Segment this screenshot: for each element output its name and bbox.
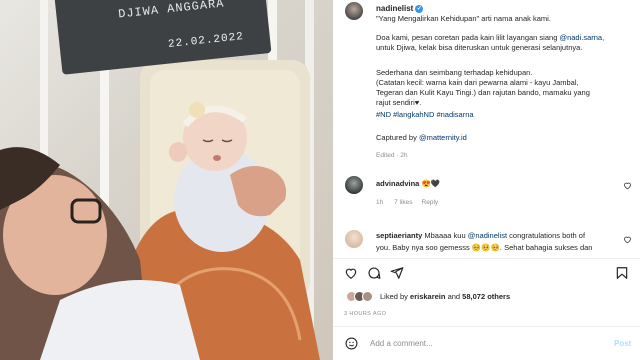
caption-line: Sederhana dan seimbang terhadap kehidupa… bbox=[376, 68, 533, 77]
heart-icon[interactable] bbox=[344, 266, 358, 280]
mention-link[interactable]: @matternity.id bbox=[419, 133, 467, 142]
bookmark-icon[interactable] bbox=[615, 266, 629, 280]
comment: advinadvina 😍🖤 bbox=[376, 179, 440, 189]
share-icon[interactable] bbox=[390, 266, 404, 280]
mention-link[interactable]: @nadi.sarna, bbox=[559, 33, 604, 42]
comment-likes-count[interactable]: 7 likes bbox=[394, 199, 412, 206]
divider bbox=[333, 258, 640, 259]
divider bbox=[333, 326, 640, 327]
heart-icon[interactable] bbox=[623, 181, 632, 190]
caption-line: Tegeran dan Kulit Kayu Tingi.) dan rajut… bbox=[376, 88, 590, 97]
post-comment-button[interactable]: Post bbox=[614, 339, 631, 348]
post-timestamp[interactable]: 3 HOURS AGO bbox=[344, 311, 386, 317]
caption-line: (Catatan kecil: warna kain dari pewarna … bbox=[376, 78, 579, 87]
comment-username[interactable]: septiaerianty bbox=[376, 231, 422, 240]
caption-line: "Yang Mengalirkan Kehidupan" arti nama a… bbox=[376, 14, 551, 23]
emoji-icon[interactable] bbox=[345, 337, 358, 350]
liker-username[interactable]: eriskarein bbox=[410, 292, 445, 301]
instagram-post-view: DJIWA ANGGARA 22.02.2022 nadinelist ✓ "Ya… bbox=[0, 0, 640, 360]
comment-username[interactable]: advinadvina bbox=[376, 179, 419, 188]
post-photo[interactable]: DJIWA ANGGARA 22.02.2022 bbox=[0, 0, 333, 360]
likes-count[interactable]: 58,072 others bbox=[462, 292, 510, 301]
heart-icon[interactable] bbox=[623, 235, 632, 244]
caption-line: rajut sendiri♥. bbox=[376, 98, 422, 107]
caption-hashtags[interactable]: #ND #langkahND #nadisarna bbox=[376, 110, 474, 120]
comment-icon[interactable] bbox=[367, 266, 381, 280]
caption-line: untuk Djiwa, kelak bisa diteruskan untuk… bbox=[376, 43, 583, 52]
comment-meta: 1h 7 likes Reply bbox=[376, 199, 439, 206]
mention-link[interactable]: @nadinelist bbox=[468, 231, 507, 240]
likes-summary: Liked by eriskarein and 58,072 others bbox=[380, 292, 511, 301]
reply-button[interactable]: Reply bbox=[422, 199, 439, 206]
comment: septiaerianty Mbaaaa kuu @nadinelist con… bbox=[376, 231, 586, 240]
caption-meta: Edited · 2h bbox=[376, 152, 408, 159]
author-username[interactable]: nadinelist bbox=[376, 4, 413, 13]
author-row: nadinelist ✓ bbox=[376, 4, 424, 13]
author-avatar[interactable] bbox=[345, 2, 363, 20]
comment-text: you. Baby nya soo gemesss 🥺🥺🥺. Sehat bah… bbox=[376, 243, 593, 252]
caption-line: Doa kami, pesan coretan pada kain lilit … bbox=[376, 33, 605, 42]
liker-avatar[interactable] bbox=[362, 291, 373, 302]
comment-input[interactable]: Add a comment... bbox=[370, 339, 433, 348]
commenter-avatar[interactable] bbox=[345, 176, 363, 194]
commenter-avatar[interactable] bbox=[345, 230, 363, 248]
comment-text: 😍🖤 bbox=[421, 179, 441, 188]
caption-line: Captured by @matternity.id bbox=[376, 133, 467, 142]
verified-icon: ✓ bbox=[415, 4, 424, 13]
